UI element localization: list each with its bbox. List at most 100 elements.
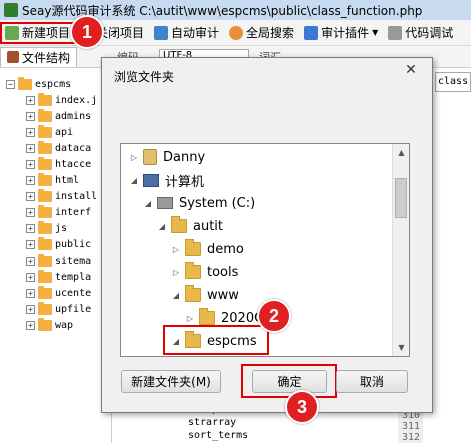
new-project-icon <box>5 25 19 40</box>
scroll-up-icon[interactable]: ▲ <box>393 144 410 161</box>
tab-file-structure-label: 文件结构 <box>22 50 71 65</box>
tree-root[interactable]: − espcms <box>6 76 71 92</box>
tree-item[interactable]: + html <box>26 173 79 189</box>
tree-item[interactable]: + sitema <box>26 253 91 269</box>
folder-icon <box>38 124 52 138</box>
code-debug-button[interactable]: 代码调试 <box>385 22 456 44</box>
folder-label: demo <box>207 241 244 257</box>
user-folder-icon <box>143 149 157 165</box>
folder-icon <box>38 108 52 122</box>
tree-item-label: interf <box>55 207 92 219</box>
folder-item-danny[interactable]: ▷ Danny <box>129 146 205 168</box>
folder-label: tools <box>207 264 239 280</box>
tree-item[interactable]: + public <box>26 237 91 253</box>
close-icon[interactable]: ✕ <box>394 60 428 80</box>
tree-item-label: ucente <box>55 287 92 299</box>
new-folder-button[interactable]: 新建文件夹(M) <box>121 370 221 393</box>
expand-icon[interactable]: ▷ <box>171 268 181 277</box>
new-project-button[interactable]: 新建项目 <box>0 21 76 44</box>
app-icon <box>4 3 18 17</box>
title-bar: Seay源代码审计系统 C:\autit\www\espcms\public\c… <box>0 0 471 20</box>
folder-icon <box>38 317 52 331</box>
tree-item[interactable]: + wap <box>26 317 73 333</box>
drive-icon <box>157 197 173 209</box>
expand-icon[interactable]: + <box>26 256 35 266</box>
scroll-thumb[interactable] <box>395 178 407 218</box>
collapse-icon[interactable]: − <box>6 79 15 89</box>
scroll-down-icon[interactable]: ▼ <box>393 339 410 356</box>
cancel-button[interactable]: 取消 <box>336 370 408 393</box>
debug-icon <box>388 25 403 40</box>
code-debug-label: 代码调试 <box>405 26 454 40</box>
tree-item[interactable]: + dataca <box>26 140 91 156</box>
class-tab[interactable]: class <box>435 72 471 92</box>
expand-icon[interactable]: + <box>26 127 35 137</box>
expand-icon[interactable]: + <box>26 224 35 234</box>
expand-icon[interactable]: + <box>26 159 35 169</box>
tree-item[interactable]: + ucente <box>26 285 91 301</box>
tree-item[interactable]: + js <box>26 221 67 237</box>
folder-icon <box>38 205 52 219</box>
expand-icon[interactable]: ▷ <box>171 245 181 254</box>
folder-item-tools[interactable]: ▷ tools <box>171 261 238 283</box>
auto-audit-button[interactable]: 自动审计 <box>151 22 222 44</box>
expand-icon[interactable]: + <box>26 192 35 202</box>
tree-item[interactable]: + api <box>26 124 73 140</box>
expand-icon[interactable]: + <box>26 288 35 298</box>
folder-icon <box>38 221 52 235</box>
folder-icon <box>38 140 52 154</box>
tree-item[interactable]: + admins <box>26 108 91 124</box>
expand-icon[interactable]: + <box>26 95 35 105</box>
tree-item[interactable]: + install <box>26 189 97 205</box>
folder-icon <box>38 156 52 170</box>
line-number: 311 <box>400 421 423 432</box>
folder-icon <box>38 92 52 106</box>
folder-icon <box>185 239 201 256</box>
audit-plugins-label: 审计插件 <box>321 26 370 40</box>
folder-item-www[interactable]: ◢ www <box>171 284 239 306</box>
dialog-title: 浏览文件夹 <box>114 70 175 84</box>
tree-item-label: install <box>55 191 98 203</box>
tree-item-label: admins <box>55 110 92 122</box>
code-line: sort_terms <box>188 430 249 441</box>
collapse-icon[interactable]: ◢ <box>129 176 139 185</box>
ok-button[interactable]: 确定 <box>252 370 327 393</box>
folder-item-demo[interactable]: ▷ demo <box>171 238 244 260</box>
expand-icon[interactable]: ▷ <box>185 314 195 323</box>
audit-plugins-button[interactable]: 审计插件 ▼ <box>301 22 381 44</box>
folder-item-computer[interactable]: ◢ 计算机 <box>129 169 204 191</box>
folder-label: Danny <box>163 149 206 165</box>
selected-folder-highlight <box>163 325 269 355</box>
folder-item-system-c[interactable]: ◢ System (C:) <box>143 192 255 214</box>
folder-tree-scrollbar[interactable]: ▲ ▼ <box>392 144 409 356</box>
expand-icon[interactable]: + <box>26 208 35 218</box>
tree-item-label: index.j <box>55 94 98 106</box>
folder-icon <box>38 237 52 251</box>
expand-icon[interactable]: + <box>26 304 35 314</box>
new-project-label: 新建项目 <box>22 26 71 40</box>
folder-icon <box>18 76 32 90</box>
expand-icon[interactable]: + <box>26 320 35 330</box>
expand-icon[interactable]: ▷ <box>129 153 139 162</box>
dropdown-arrow-icon: ▼ <box>372 28 379 37</box>
tree-item[interactable]: + index.j <box>26 92 97 108</box>
folder-icon <box>199 308 215 325</box>
expand-icon[interactable]: + <box>26 240 35 250</box>
tree-item[interactable]: + htacce <box>26 156 91 172</box>
collapse-icon[interactable]: ◢ <box>157 222 167 231</box>
tree-item[interactable]: + upfile <box>26 301 91 317</box>
tab-file-structure[interactable]: 文件结构 <box>0 46 78 67</box>
tree-item[interactable]: + interf <box>26 205 91 221</box>
collapse-icon[interactable]: ◢ <box>171 291 181 300</box>
expand-icon[interactable]: + <box>26 111 35 121</box>
folder-item-autit[interactable]: ◢ autit <box>157 215 223 237</box>
tree-item-label: htacce <box>55 158 92 170</box>
expand-icon[interactable]: + <box>26 143 35 153</box>
expand-icon[interactable]: + <box>26 272 35 282</box>
tree-icon <box>7 51 19 63</box>
tree-item-label: api <box>55 126 74 138</box>
collapse-icon[interactable]: ◢ <box>143 199 153 208</box>
expand-icon[interactable]: + <box>26 176 35 185</box>
global-search-button[interactable]: 全局搜索 <box>226 22 297 44</box>
tree-item[interactable]: + templa <box>26 269 91 285</box>
